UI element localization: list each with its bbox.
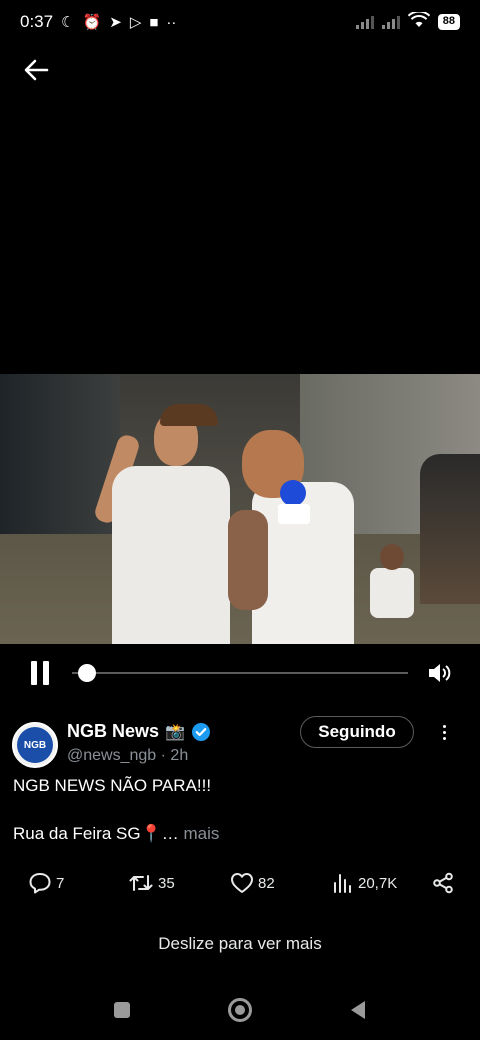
reply-count: 7 bbox=[56, 874, 65, 892]
dots-icon: ·· bbox=[166, 13, 177, 31]
status-bar: 0:37 ☾ ⏰ ➤ ▷ ■ ·· 88 bbox=[0, 0, 480, 44]
handle-row: @news_ngb · 2h bbox=[67, 747, 188, 765]
person-reporter bbox=[228, 430, 378, 644]
arrow-left-icon bbox=[24, 59, 49, 81]
views-chart-icon bbox=[334, 874, 351, 893]
alarm-icon: ⏰ bbox=[82, 13, 102, 31]
display-name: NGB News bbox=[67, 721, 160, 741]
status-notification-icons: ☾ ⏰ ➤ ▷ ■ ·· bbox=[61, 15, 176, 30]
recents-square-icon bbox=[114, 1002, 130, 1018]
avatar[interactable]: NGB bbox=[12, 722, 58, 768]
back-triangle-icon bbox=[351, 1001, 365, 1019]
pause-button[interactable] bbox=[26, 659, 54, 687]
person-left bbox=[92, 404, 230, 644]
tweet-time: · 2h bbox=[160, 747, 189, 764]
like-button[interactable]: 82 bbox=[230, 868, 275, 898]
volume-button[interactable] bbox=[426, 659, 454, 687]
tweet-header: NGB NGB News 📸 @news_ngb · 2h Seguindo bbox=[12, 716, 468, 772]
status-time: 0:37 bbox=[20, 12, 54, 31]
share-icon bbox=[433, 872, 453, 894]
video-controls bbox=[0, 650, 480, 696]
more-options-button[interactable] bbox=[434, 720, 454, 744]
home-button[interactable] bbox=[226, 996, 254, 1024]
play-store-icon: ▷ bbox=[129, 13, 142, 31]
author-name-row[interactable]: NGB News 📸 bbox=[67, 721, 211, 742]
retweet-count: 35 bbox=[158, 874, 175, 892]
tweet-text-line2: Rua da Feira SG📍… bbox=[13, 824, 179, 843]
following-button[interactable]: Seguindo bbox=[300, 716, 414, 748]
signal-icon bbox=[355, 15, 374, 29]
heart-icon bbox=[231, 873, 253, 893]
tweet-text: NGB NEWS NÃO PARA!!! Rua da Feira SG📍… m… bbox=[13, 774, 463, 846]
wifi-icon bbox=[407, 10, 430, 33]
reply-button[interactable]: 7 bbox=[28, 868, 64, 898]
author-handle: @news_ngb bbox=[67, 747, 157, 764]
tweet-text-line1: NGB NEWS NÃO PARA!!! bbox=[13, 776, 212, 795]
share-button[interactable] bbox=[432, 868, 454, 898]
system-nav-bar bbox=[0, 980, 480, 1040]
progress-thumb[interactable] bbox=[78, 664, 97, 682]
status-system-icons: 88 bbox=[355, 10, 460, 33]
video-player[interactable] bbox=[0, 374, 480, 644]
video-frame bbox=[0, 374, 480, 644]
recents-button[interactable] bbox=[108, 996, 136, 1024]
back-button[interactable] bbox=[20, 54, 52, 86]
show-more-link[interactable]: mais bbox=[183, 824, 219, 843]
microphone-icon bbox=[280, 480, 306, 506]
telegram-icon: ➤ bbox=[109, 13, 122, 31]
views-button[interactable]: 20,7K bbox=[332, 868, 397, 898]
back-nav-button[interactable] bbox=[344, 996, 372, 1024]
views-count: 20,7K bbox=[358, 874, 398, 892]
retweet-icon bbox=[129, 875, 153, 891]
square-icon: ■ bbox=[149, 13, 159, 31]
retweet-button[interactable]: 35 bbox=[128, 868, 175, 898]
tweet-actions: 7 35 82 20,7K bbox=[0, 868, 480, 898]
swipe-hint: Deslize para ver mais bbox=[158, 934, 322, 953]
signal-icon bbox=[381, 15, 400, 29]
video-progress-slider[interactable] bbox=[72, 663, 408, 683]
like-count: 82 bbox=[258, 874, 275, 892]
verified-badge-icon bbox=[191, 722, 210, 741]
moon-icon: ☾ bbox=[61, 13, 75, 31]
reply-icon bbox=[29, 873, 51, 894]
home-circle-icon bbox=[228, 998, 252, 1022]
speaker-icon bbox=[429, 664, 451, 682]
battery-icon: 88 bbox=[437, 14, 460, 30]
camera-emoji-icon: 📸 bbox=[165, 723, 185, 741]
child bbox=[370, 544, 414, 644]
